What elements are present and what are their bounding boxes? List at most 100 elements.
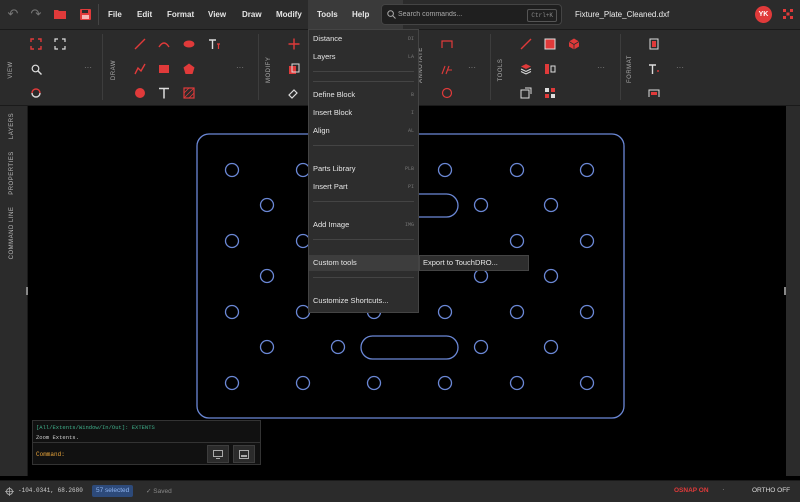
aligned-dimension-icon[interactable] <box>440 62 454 76</box>
hole[interactable] <box>224 304 240 320</box>
measure-tool-icon[interactable] <box>519 37 533 51</box>
hole[interactable] <box>509 162 525 178</box>
menu-item-custom-tools[interactable]: Custom tools <box>309 255 418 271</box>
hole[interactable] <box>437 162 453 178</box>
format-more-icon[interactable]: ··· <box>676 63 684 72</box>
menu-item-align[interactable]: Align AL <box>309 123 418 139</box>
hole[interactable] <box>473 339 489 355</box>
dimension-tool-icon[interactable] <box>440 37 454 51</box>
hole[interactable] <box>579 162 595 178</box>
ellipse-tool-icon[interactable] <box>182 37 196 51</box>
circle-tool-icon[interactable] <box>133 86 147 100</box>
hole[interactable] <box>224 162 240 178</box>
hole[interactable] <box>509 375 525 391</box>
polygon-tool-icon[interactable] <box>182 62 196 76</box>
solid-3d-icon[interactable] <box>567 37 581 51</box>
menu-item-parts-library[interactable]: Parts Library PLB <box>309 161 418 177</box>
arc-tool-icon[interactable] <box>157 37 171 51</box>
settings-icon[interactable] <box>780 6 796 22</box>
layers-tool-icon[interactable] <box>519 62 533 76</box>
zoom-extents-icon[interactable] <box>53 37 67 51</box>
hatch-tool-icon[interactable] <box>182 86 196 100</box>
dimension-style-icon[interactable] <box>647 86 661 100</box>
radius-dimension-icon[interactable] <box>440 86 454 100</box>
menu-item-insert-part[interactable]: Insert Part PI <box>309 179 418 195</box>
erase-tool-icon[interactable] <box>287 86 301 100</box>
menu-help[interactable]: Help <box>344 0 377 29</box>
polyline-tool-icon[interactable] <box>133 62 147 76</box>
undo-icon[interactable]: ↶ <box>5 6 21 22</box>
osnap-toggle[interactable]: OSNAP ON <box>674 487 709 494</box>
menu-modify[interactable]: Modify <box>268 0 310 29</box>
command-history-button[interactable] <box>207 445 229 463</box>
hole[interactable] <box>473 268 489 284</box>
command-input[interactable] <box>73 447 193 461</box>
menu-item-add-image[interactable]: Add Image IMG <box>309 217 418 233</box>
hole[interactable] <box>366 375 382 391</box>
tab-properties[interactable]: PROPERTIES <box>9 143 15 203</box>
move-tool-icon[interactable] <box>287 37 301 51</box>
copy-tool-icon[interactable] <box>287 62 301 76</box>
hole[interactable] <box>224 375 240 391</box>
hole[interactable] <box>224 233 240 249</box>
hole[interactable] <box>473 197 489 213</box>
hole[interactable] <box>543 197 559 213</box>
ortho-toggle[interactable]: ORTHO OFF <box>752 487 790 494</box>
save-icon[interactable] <box>77 6 93 22</box>
align-tool-icon[interactable] <box>543 62 557 76</box>
annotate-more-icon[interactable]: ··· <box>468 63 476 72</box>
format-properties-icon[interactable] <box>647 37 661 51</box>
menu-format[interactable]: Format <box>159 0 202 29</box>
hole[interactable] <box>579 375 595 391</box>
menu-item-insert-block[interactable]: Insert Block I <box>309 105 418 121</box>
regen-icon[interactable] <box>29 86 43 100</box>
menu-draw[interactable]: Draw <box>234 0 270 29</box>
hole[interactable] <box>259 197 275 213</box>
hole[interactable] <box>579 233 595 249</box>
hole[interactable] <box>259 268 275 284</box>
hole[interactable] <box>509 233 525 249</box>
menu-item-label: Layers <box>313 52 336 61</box>
view-more-icon[interactable]: ··· <box>84 63 92 72</box>
menu-item-define-block[interactable]: Define Block B <box>309 87 418 103</box>
hole[interactable] <box>509 304 525 320</box>
menu-item-distance[interactable]: Distance DI <box>309 31 418 47</box>
menu-view[interactable]: View <box>200 0 234 29</box>
open-folder-icon[interactable] <box>52 6 68 22</box>
menu-file[interactable]: File <box>100 0 130 29</box>
menu-item-customize-shortcuts[interactable]: Customize Shortcuts... <box>309 293 418 309</box>
user-avatar[interactable]: YK <box>755 6 772 23</box>
text-style-icon[interactable] <box>647 62 661 76</box>
submenu-item-export-touchdro[interactable]: Export to TouchDRO... <box>419 255 529 271</box>
redo-icon[interactable]: ↷ <box>28 6 44 22</box>
text-tool-icon[interactable] <box>157 86 171 100</box>
slot-bottom[interactable] <box>360 335 459 360</box>
insert-block-icon[interactable] <box>519 86 533 100</box>
block-tool-icon[interactable] <box>543 37 557 51</box>
rectangle-tool-icon[interactable] <box>157 62 171 76</box>
tools-more-icon[interactable]: ··· <box>597 63 605 72</box>
hole[interactable] <box>437 304 453 320</box>
hole[interactable] <box>579 304 595 320</box>
hole[interactable] <box>543 339 559 355</box>
tab-layers[interactable]: LAYERS <box>9 106 15 146</box>
selection-badge[interactable]: 57 selected <box>92 485 134 497</box>
menu-edit[interactable]: Edit <box>129 0 160 29</box>
command-dock-button[interactable] <box>233 445 255 463</box>
parts-library-icon[interactable] <box>543 86 557 100</box>
hole[interactable] <box>437 375 453 391</box>
zoom-icon[interactable] <box>29 62 43 76</box>
search-input[interactable] <box>398 5 518 24</box>
hole[interactable] <box>295 375 311 391</box>
multiline-text-icon[interactable] <box>207 37 221 51</box>
line-tool-icon[interactable] <box>133 37 147 51</box>
zoom-window-icon[interactable] <box>29 37 43 51</box>
hole[interactable] <box>259 339 275 355</box>
hole[interactable] <box>543 268 559 284</box>
menu-item-layers[interactable]: Layers LA <box>309 49 418 65</box>
ribbon-group-draw-label: DRAW <box>111 59 117 81</box>
tab-command-line[interactable]: COMMAND LINE <box>9 198 15 268</box>
hole[interactable] <box>330 339 346 355</box>
command-search[interactable]: Ctrl+K <box>381 4 562 25</box>
draw-more-icon[interactable]: ··· <box>236 63 244 72</box>
